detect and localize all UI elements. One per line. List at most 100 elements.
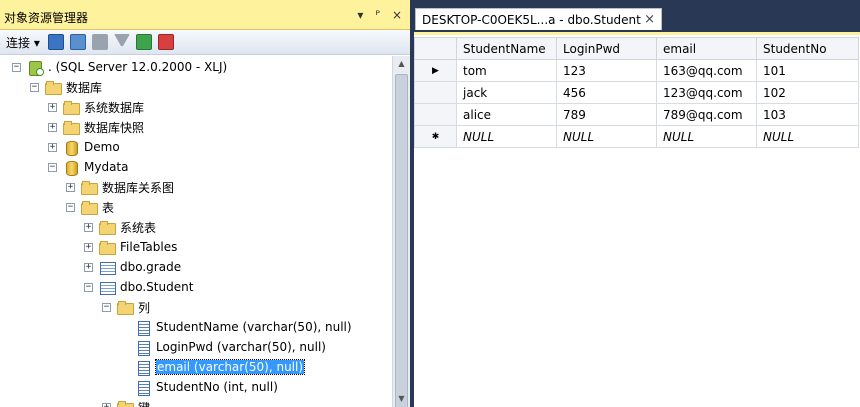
collapse-icon[interactable]: −: [12, 62, 21, 72]
tree-node-label: 系统数据库: [84, 100, 145, 115]
grid-cell[interactable]: tom: [456, 59, 557, 82]
grid-cell[interactable]: 456: [556, 81, 657, 104]
tree-node[interactable]: − Mydata: [48, 158, 128, 176]
grid-cell[interactable]: 101: [756, 59, 859, 82]
grid-cell[interactable]: NULL: [756, 125, 859, 148]
close-icon[interactable]: ×: [392, 8, 402, 22]
tab-close-icon[interactable]: ×: [644, 12, 655, 27]
refresh-icon[interactable]: [135, 34, 152, 50]
folder-icon: [117, 300, 134, 315]
document-tab-bar: DESKTOP-C0OEK5L...a - dbo.Student ×: [410, 0, 860, 30]
tree-node[interactable]: email (varchar(50), null): [120, 358, 306, 376]
folder-icon: [63, 100, 80, 115]
tab-dbo-student[interactable]: DESKTOP-C0OEK5L...a - dbo.Student ×: [415, 8, 662, 30]
row-selector[interactable]: [414, 81, 457, 104]
row-header-corner[interactable]: [414, 37, 457, 60]
server-icon: [27, 60, 44, 76]
tree-node-label: 键: [138, 399, 150, 407]
tree-node[interactable]: StudentName (varchar(50), null): [120, 318, 352, 336]
pin-icon[interactable]: ᴾ: [375, 8, 380, 22]
collapse-icon[interactable]: −: [30, 82, 39, 92]
tree-node[interactable]: + 系统数据库: [48, 98, 144, 116]
tree-node[interactable]: + dbo.grade: [84, 258, 181, 276]
tree-node[interactable]: − . (SQL Server 12.0.2000 - XLJ): [12, 58, 227, 76]
table-icon: [99, 260, 116, 275]
grid-cell[interactable]: 789: [556, 103, 657, 126]
grid-cell[interactable]: NULL: [656, 125, 757, 148]
activity-monitor-icon[interactable]: [157, 34, 174, 50]
tree-node-label: 列: [138, 300, 151, 315]
scroll-up-icon[interactable]: ▲: [393, 56, 410, 72]
tree-node-label: Mydata: [84, 160, 129, 174]
grid-cell[interactable]: NULL: [456, 125, 557, 148]
folder-icon: [117, 400, 134, 407]
collapse-icon[interactable]: −: [66, 202, 75, 212]
object-explorer-title: 对象资源管理器: [4, 11, 89, 25]
grid-cell[interactable]: alice: [456, 103, 557, 126]
stop-icon[interactable]: [91, 34, 108, 50]
tree-node[interactable]: + 数据库快照: [48, 118, 144, 136]
collapse-icon[interactable]: −: [102, 302, 111, 312]
column-header[interactable]: email: [656, 37, 757, 60]
disconnect-icon[interactable]: [69, 34, 86, 50]
column-icon: [135, 340, 151, 356]
tree-node[interactable]: LoginPwd (varchar(50), null): [120, 338, 326, 356]
expand-icon[interactable]: +: [84, 222, 93, 232]
grid-cell[interactable]: 123@qq.com: [656, 81, 757, 104]
data-grid: StudentName LoginPwd email StudentNo ▶ to…: [414, 37, 859, 148]
scrollbar-thumb[interactable]: [395, 74, 408, 407]
expand-icon[interactable]: +: [66, 182, 75, 192]
expand-icon[interactable]: +: [84, 242, 93, 252]
tree-node[interactable]: − 数据库: [30, 78, 102, 96]
tree-node-label: 表: [102, 200, 115, 215]
tree-node[interactable]: StudentNo (int, null): [120, 378, 278, 396]
new-row[interactable]: ✱ NULL NULL NULL NULL: [414, 125, 859, 148]
row-selector[interactable]: ✱: [414, 125, 457, 148]
connect-button[interactable]: 连接 ▾: [6, 34, 40, 51]
expand-icon[interactable]: +: [48, 122, 57, 132]
expand-icon[interactable]: +: [48, 142, 57, 152]
column-header[interactable]: StudentName: [456, 37, 557, 60]
grid-header-row: StudentName LoginPwd email StudentNo: [414, 37, 859, 60]
column-header[interactable]: StudentNo: [756, 37, 859, 60]
tree-node[interactable]: + 数据库关系图: [66, 178, 174, 196]
grid-cell[interactable]: 789@qq.com: [656, 103, 757, 126]
grid-cell[interactable]: 103: [756, 103, 859, 126]
grid-cell[interactable]: 123: [556, 59, 657, 82]
expand-icon[interactable]: +: [84, 262, 93, 272]
table-row[interactable]: ▶ tom 123 163@qq.com 101: [414, 59, 859, 82]
tree-node[interactable]: − 列: [102, 298, 150, 316]
grid-cell[interactable]: jack: [456, 81, 557, 104]
tree-scrollbar[interactable]: ▲ ▼: [392, 56, 410, 407]
filter-icon[interactable]: [113, 34, 130, 50]
grid-cell[interactable]: 102: [756, 81, 859, 104]
table-row[interactable]: alice 789 789@qq.com 103: [414, 103, 859, 126]
grid-cell[interactable]: 163@qq.com: [656, 59, 757, 82]
column-icon: [135, 380, 151, 396]
expand-icon[interactable]: +: [102, 402, 111, 407]
tree-node[interactable]: + 系统表: [84, 218, 156, 236]
connect-engine-icon[interactable]: [47, 34, 64, 50]
tree-node[interactable]: + FileTables: [84, 238, 177, 256]
tree-node[interactable]: − dbo.Student: [84, 278, 193, 296]
database-icon: [63, 160, 79, 176]
tree-node[interactable]: − 表: [66, 198, 114, 216]
tree-node-label: . (SQL Server 12.0.2000 - XLJ): [48, 60, 228, 74]
expand-icon[interactable]: +: [48, 102, 57, 112]
tree-node-label: LoginPwd (varchar(50), null): [156, 340, 326, 354]
tree-node-label: 数据库: [66, 80, 103, 95]
grid-cell[interactable]: NULL: [556, 125, 657, 148]
tree-node[interactable]: + Demo: [48, 138, 120, 156]
table-row[interactable]: jack 456 123@qq.com 102: [414, 81, 859, 104]
tree-node[interactable]: +键: [102, 398, 150, 407]
scroll-down-icon[interactable]: ▼: [393, 391, 410, 407]
collapse-icon[interactable]: −: [84, 282, 93, 292]
row-selector[interactable]: [414, 103, 457, 126]
folder-icon: [99, 220, 116, 235]
dropdown-icon[interactable]: ▾: [357, 8, 363, 22]
folder-icon: [81, 180, 98, 195]
column-header[interactable]: LoginPwd: [556, 37, 657, 60]
folder-icon: [63, 120, 80, 135]
row-selector[interactable]: ▶: [414, 59, 457, 82]
collapse-icon[interactable]: −: [48, 162, 57, 172]
